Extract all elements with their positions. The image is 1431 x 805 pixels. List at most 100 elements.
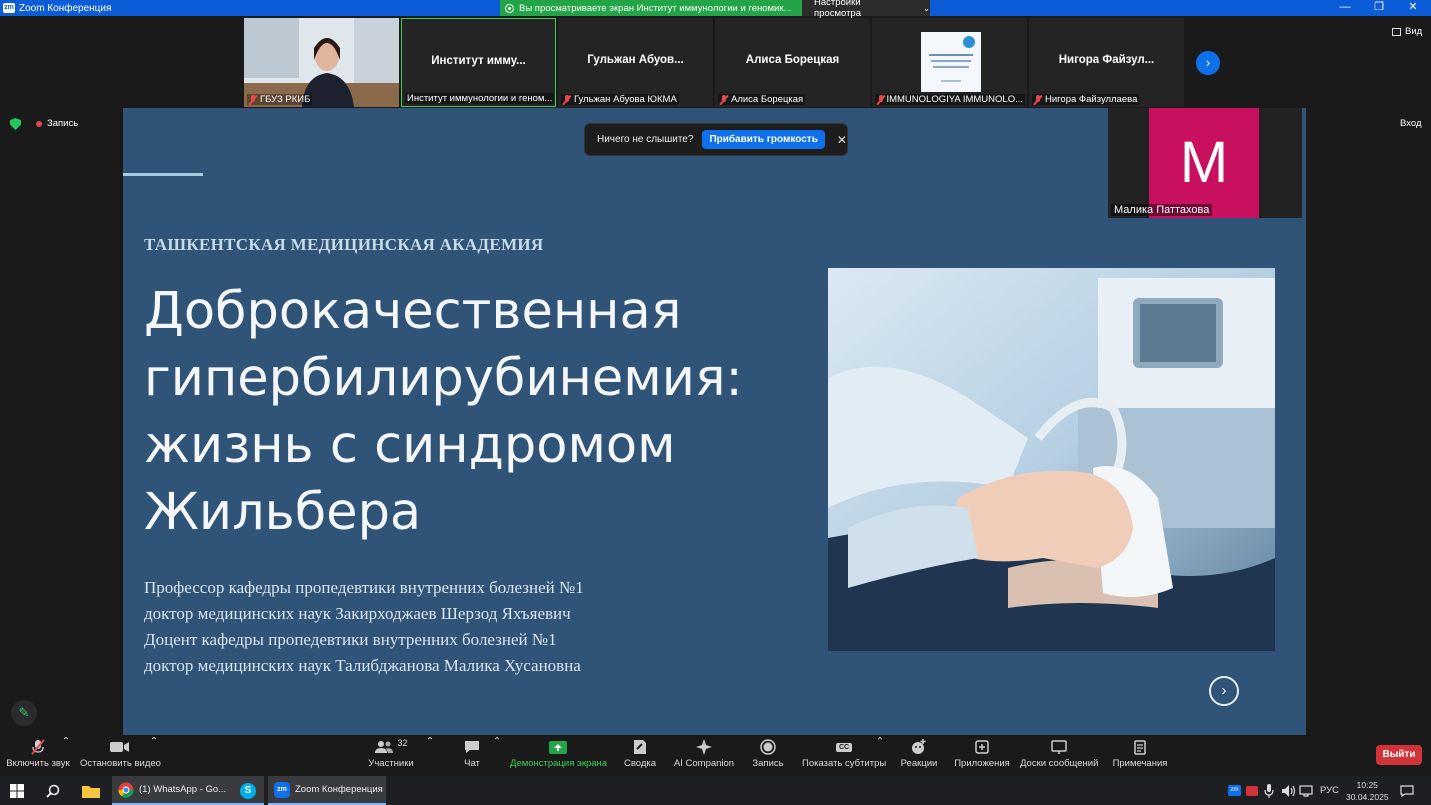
whiteboard-icon <box>1020 736 1098 758</box>
participant-caption: Малика Паттахова <box>1111 204 1213 216</box>
audio-options-chevron-icon[interactable]: ⌃ <box>62 736 70 776</box>
audio-notification: Ничего не слышите? Прибавить громкость ✕ <box>584 123 848 156</box>
chat-button[interactable]: Чат <box>456 736 488 776</box>
taskbar-zoom-label: Zoom Конференция <box>295 784 383 795</box>
file-explorer-icon[interactable] <box>82 776 100 805</box>
participant-tile-nigora[interactable]: Нигора Файзул... Нигора Файзуллаева <box>1029 18 1184 107</box>
participants-options-chevron-icon[interactable]: ⌃ <box>426 736 434 776</box>
recording-label: Запись <box>47 118 79 129</box>
window-title: Zoom Конференция <box>19 2 112 14</box>
participant-tile-gbuz[interactable]: ГБУЗ РКИБ <box>244 18 399 107</box>
slide-next-button[interactable]: › <box>1209 676 1239 706</box>
apps-button[interactable]: Приложения <box>953 736 1011 776</box>
increase-volume-button[interactable]: Прибавить громкость <box>702 130 825 149</box>
reactions-button[interactable]: Реакции <box>900 736 938 776</box>
summary-icon <box>622 736 658 758</box>
chat-bubble-icon <box>456 736 488 758</box>
participant-caption: Институт иммунологии и геном... <box>405 93 555 104</box>
mic-muted-icon <box>6 736 70 758</box>
skype-icon[interactable]: S <box>238 776 258 805</box>
notes-button[interactable]: Примечания <box>1112 736 1168 776</box>
view-label: Вид <box>1405 26 1423 37</box>
avatar: M <box>1149 108 1259 218</box>
notifications-icon[interactable] <box>1400 776 1414 805</box>
view-settings-label: Настройки просмотра <box>814 0 861 19</box>
share-banner: Вы просматриваете экран Институт иммунол… <box>500 0 802 16</box>
microphone-tray-icon[interactable] <box>1264 776 1274 805</box>
recording-tray-icon[interactable] <box>1246 776 1258 805</box>
record-icon <box>750 736 786 758</box>
participant-name: Нигора Файзул... <box>1058 54 1155 66</box>
next-participants-button[interactable]: › <box>1196 51 1220 75</box>
leave-button[interactable]: Выйти <box>1376 745 1422 765</box>
zoom-taskbar-icon: zm <box>274 781 290 798</box>
mic-off-icon <box>877 94 884 105</box>
grid-view-icon <box>1392 27 1401 36</box>
participants-icon: 32 <box>366 736 416 758</box>
captions-options-chevron-icon[interactable]: ⌃ <box>876 736 884 776</box>
participant-tile-gulzhan[interactable]: Гульжан Абуов... Гульжан Абуова ЮКМА <box>558 18 713 107</box>
meeting-toolbar: Включить звук ⌃ Остановить видео ⌃ 32 Уч… <box>0 736 1431 776</box>
close-icon[interactable]: ✕ <box>837 133 847 147</box>
participant-caption: ГБУЗ РКИБ <box>247 94 313 105</box>
mic-off-icon <box>249 94 257 105</box>
language-indicator[interactable]: РУС <box>1320 776 1339 805</box>
close-window-button[interactable]: ✕ <box>1396 0 1430 16</box>
chevron-right-icon: › <box>1221 682 1227 699</box>
floating-participant-tile[interactable]: M Малика Паттахова <box>1108 108 1302 218</box>
whiteboards-button[interactable]: Доски сообщений <box>1020 736 1098 776</box>
participant-caption: Алиса Борецкая <box>718 94 806 105</box>
participant-name: Алиса Борецкая <box>745 54 840 66</box>
stop-video-button[interactable]: Остановить видео <box>80 736 161 776</box>
speaker-icon[interactable] <box>1282 776 1296 805</box>
participant-tile-alisa[interactable]: Алиса Борецкая Алиса Борецкая <box>715 18 870 107</box>
security-shield-icon[interactable] <box>10 118 21 130</box>
ultrasound-photo <box>828 268 1275 651</box>
apps-icon <box>953 736 1011 758</box>
participant-tile-immunologiya[interactable]: IMMUNOLOGIYA IMMUNOLO... <box>872 18 1027 107</box>
network-icon[interactable] <box>1299 776 1313 805</box>
participant-tile-institute[interactable]: Институт имму... Институт иммунологии и … <box>401 18 556 107</box>
clock-date: 30.04.2025 <box>1346 791 1389 802</box>
record-button[interactable]: Запись <box>750 736 786 776</box>
chevron-right-icon: › <box>1205 55 1211 70</box>
audio-notification-text: Ничего не слышите? <box>597 134 694 145</box>
unmute-button[interactable]: Включить звук <box>6 736 70 776</box>
participants-button[interactable]: 32 Участники <box>366 736 416 776</box>
exit-fullscreen-button[interactable]: Вход <box>1400 118 1422 129</box>
share-screen-button[interactable]: Демонстрация экрана <box>510 736 607 776</box>
mic-off-icon <box>720 94 728 105</box>
recording-indicator[interactable]: Запись <box>36 118 78 129</box>
participant-caption: Нигора Файзуллаева <box>1032 94 1140 105</box>
view-button[interactable]: Вид <box>1392 26 1422 37</box>
chevron-down-icon: ⌄ <box>923 3 930 13</box>
slide-authors: Профессор кафедры пропедевтики внутренни… <box>144 578 584 675</box>
taskbar-clock[interactable]: 10:25 30.04.2025 <box>1346 776 1389 805</box>
participant-name: Институт имму... <box>431 55 526 67</box>
zoom-tray-icon[interactable]: zm <box>1228 776 1241 805</box>
slide-title: Доброкачественная гипербилирубинемия: жи… <box>144 282 743 542</box>
windows-start-icon[interactable] <box>10 776 24 805</box>
mic-off-icon <box>563 94 571 105</box>
ai-companion-button[interactable]: AI Companion <box>673 736 735 776</box>
clock-time: 10:25 <box>1356 779 1378 790</box>
video-options-chevron-icon[interactable]: ⌃ <box>150 736 158 776</box>
taskbar-zoom[interactable]: zm Zoom Конференция <box>268 776 386 805</box>
participant-name: Гульжан Абуов... <box>587 54 684 66</box>
restore-button[interactable]: ❐ <box>1362 0 1396 16</box>
search-icon[interactable] <box>46 776 60 805</box>
zoom-app-icon: zm <box>3 3 15 13</box>
emoji-plus-icon <box>900 736 938 758</box>
participants-count: 32 <box>397 738 408 748</box>
summary-button[interactable]: Сводка <box>622 736 658 776</box>
participant-caption: IMMUNOLOGIYA IMMUNOLO... <box>875 94 1025 105</box>
show-captions-button[interactable]: CC Показать субтитры <box>802 736 886 776</box>
participant-caption: Гульжан Абуова ЮКМА <box>561 94 679 105</box>
sparkle-icon <box>673 736 735 758</box>
closed-captions-icon: CC <box>802 736 886 758</box>
annotate-pencil-icon[interactable]: ✎ <box>11 700 37 726</box>
view-settings-button[interactable]: Настройки просмотра ⌄ <box>802 0 930 19</box>
mic-off-icon <box>1034 94 1042 105</box>
chat-options-chevron-icon[interactable]: ⌃ <box>493 736 501 776</box>
minimize-button[interactable]: — <box>1328 0 1362 16</box>
